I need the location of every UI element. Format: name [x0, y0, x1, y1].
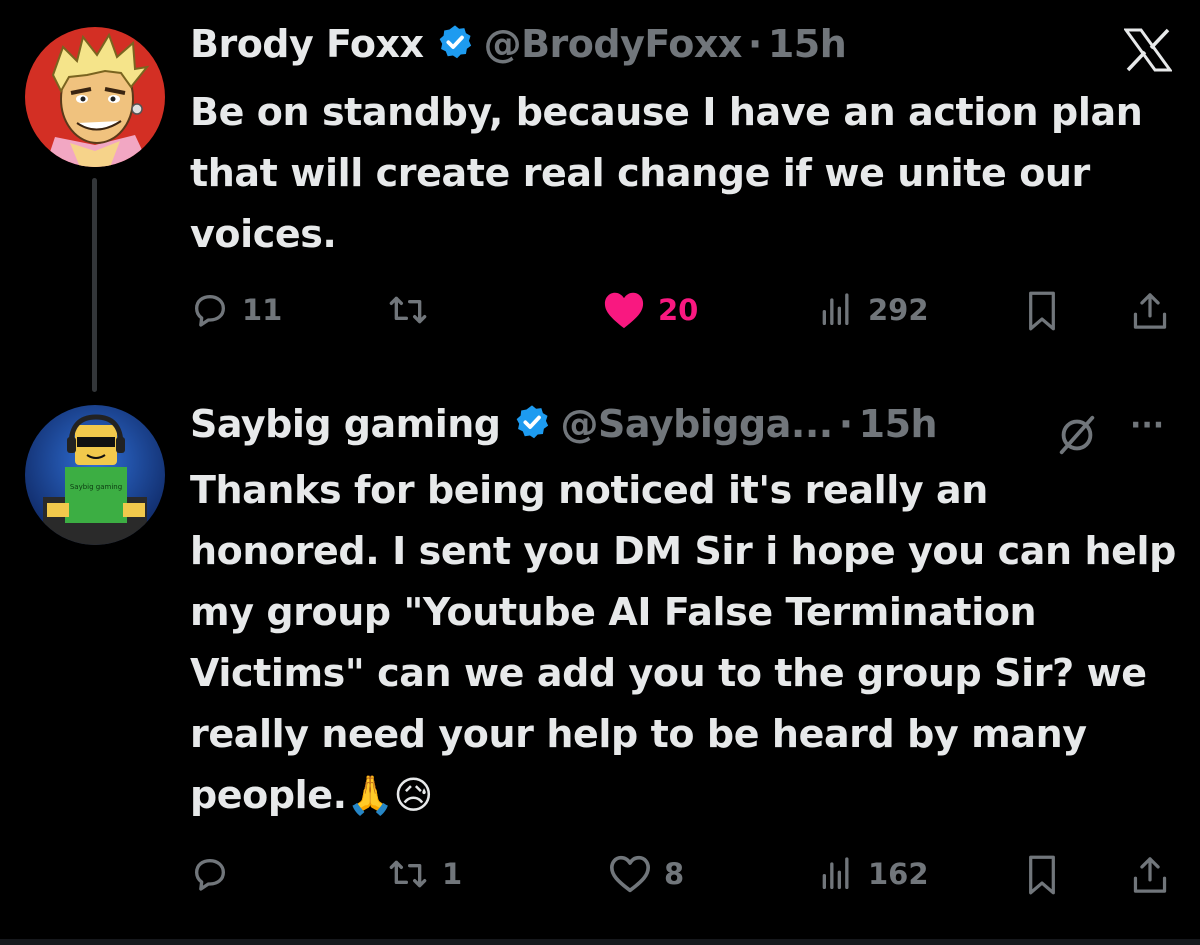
views-icon — [816, 854, 856, 894]
like-icon — [608, 854, 652, 894]
separator-dot: · — [747, 22, 762, 66]
handle[interactable]: @Saybigga... — [561, 402, 834, 446]
timestamp[interactable]: 15h — [859, 402, 938, 446]
x-logo-icon[interactable] — [1123, 28, 1173, 76]
share-icon — [1130, 290, 1170, 332]
retweet-button[interactable] — [386, 290, 442, 330]
views-button[interactable]: 292 — [816, 290, 929, 330]
thread-line — [92, 178, 97, 392]
reply-button[interactable] — [190, 854, 242, 894]
tweet-actions: 1 8 162 — [190, 854, 1180, 896]
tweet-text-content: Thanks for being noticed it's really an … — [190, 468, 1176, 817]
avatar-brody-foxx[interactable] — [25, 27, 165, 167]
reply-button[interactable]: 11 — [190, 290, 282, 330]
verified-icon — [436, 23, 474, 65]
reply-count: 11 — [242, 293, 283, 327]
grok-icon — [1054, 412, 1100, 462]
bookmark-button[interactable] — [1022, 290, 1062, 332]
reply-icon — [190, 290, 230, 330]
avatar-saybig-gaming[interactable]: Saybig gaming — [25, 405, 165, 545]
avatar-shirt-text: Saybig gaming — [70, 483, 122, 491]
share-button[interactable] — [1130, 290, 1170, 332]
bottom-divider — [0, 939, 1200, 945]
verified-icon — [513, 403, 551, 445]
tweet-header: Saybig gaming @Saybigga... · 15h — [190, 402, 938, 446]
reply-icon — [190, 854, 230, 894]
tweet-actions: 11 20 292 — [190, 290, 1180, 332]
share-icon — [1130, 854, 1170, 896]
like-icon — [602, 290, 646, 330]
bookmark-icon — [1022, 854, 1062, 896]
like-count: 8 — [664, 857, 685, 891]
timestamp[interactable]: 15h — [768, 22, 847, 66]
more-icon: ··· — [1130, 408, 1165, 443]
retweet-icon — [386, 290, 430, 330]
tweet-text: Be on standby, because I have an action … — [190, 90, 1143, 256]
views-button[interactable]: 162 — [816, 854, 929, 894]
views-count: 292 — [868, 293, 929, 327]
retweet-count: 1 — [442, 857, 463, 891]
grok-button[interactable] — [1054, 412, 1100, 462]
like-count: 20 — [658, 293, 699, 327]
bookmark-icon — [1022, 290, 1062, 332]
views-icon — [816, 290, 856, 330]
tweet-header: Brody Foxx @BrodyFoxx · 15h — [190, 22, 847, 66]
separator-dot: · — [838, 402, 853, 446]
display-name[interactable]: Brody Foxx — [190, 22, 424, 66]
bookmark-button[interactable] — [1022, 854, 1062, 896]
display-name[interactable]: Saybig gaming — [190, 402, 501, 446]
handle[interactable]: @BrodyFoxx — [484, 22, 743, 66]
retweet-icon — [386, 854, 430, 894]
tweet-text: Thanks for being noticed it's really an … — [190, 460, 1180, 826]
like-button[interactable]: 20 — [602, 290, 698, 330]
views-count: 162 — [868, 857, 929, 891]
more-button[interactable]: ··· — [1130, 408, 1164, 443]
tweet-emojis: 🙏😥 — [346, 773, 434, 817]
share-button[interactable] — [1130, 854, 1170, 896]
retweet-button[interactable]: 1 — [386, 854, 462, 894]
like-button[interactable]: 8 — [608, 854, 684, 894]
